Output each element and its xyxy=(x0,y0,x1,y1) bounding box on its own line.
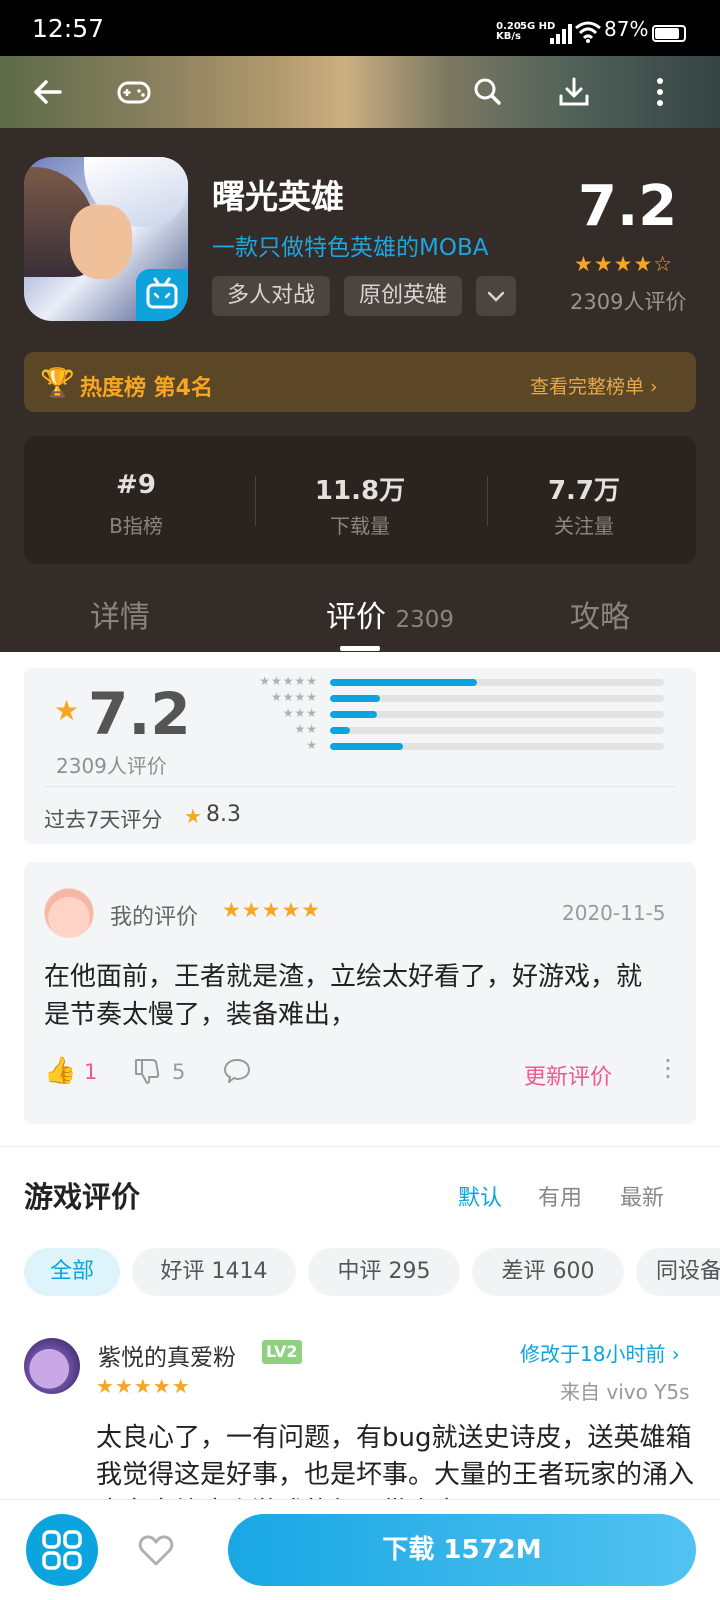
distribution-stars: ★★ xyxy=(294,722,318,736)
apps-grid-button[interactable] xyxy=(26,1514,98,1586)
distribution-bar-track xyxy=(330,711,664,718)
summary-count: 2309人评价 xyxy=(56,754,167,778)
grid-icon xyxy=(42,1530,82,1570)
filter-chip-neutral[interactable]: 中评 295 xyxy=(308,1248,460,1296)
summary-score: 7.2 xyxy=(88,680,191,748)
back-arrow-icon[interactable] xyxy=(30,74,66,110)
filter-chip-same-device[interactable]: 同设备 xyxy=(636,1248,720,1296)
stat-followers-value: 7.7万 xyxy=(547,476,621,506)
wifi-icon xyxy=(575,21,601,43)
tab-reviews[interactable]: 评价 2309 xyxy=(300,592,480,636)
tab-reviews-label: 评价 xyxy=(325,600,386,635)
app-title: 曙光英雄 xyxy=(212,177,344,216)
week-score-label: 过去7天评分 xyxy=(44,808,163,832)
distribution-bar-track xyxy=(330,743,664,750)
bilibili-tv-icon xyxy=(136,269,188,321)
modified-time-link[interactable]: 修改于18小时前 › xyxy=(520,1338,680,1367)
thumbs-up-icon[interactable]: 👍 xyxy=(44,1056,76,1086)
trophy-icon: 🏆 xyxy=(40,366,75,399)
bilibili-tv-icon xyxy=(146,277,178,309)
dislike-count: 5 xyxy=(172,1060,186,1084)
tab-details[interactable]: 详情 xyxy=(60,592,180,636)
download-icon[interactable] xyxy=(556,74,592,110)
my-review-stars: ★★★★★ xyxy=(222,898,322,922)
favorite-heart-icon[interactable] xyxy=(136,1530,176,1570)
distribution-bar-track xyxy=(330,695,664,702)
battery-level-fill xyxy=(655,28,679,39)
distribution-stars: ★ xyxy=(306,738,318,752)
status-time: 12:57 xyxy=(32,14,105,43)
reviewer-stars: ★★★★★ xyxy=(96,1374,191,1398)
my-review-text[interactable]: 在他面前，王者就是渣，立绘太好看了，好游戏，就是节奏太慢了，装备难出， xyxy=(44,958,664,1034)
tab-indicator xyxy=(340,646,380,651)
update-review-button[interactable]: 更新评价 xyxy=(524,1059,612,1091)
filter-chip-all[interactable]: 全部 xyxy=(24,1248,120,1296)
stat-bindex-value: #9 xyxy=(116,470,156,500)
my-review-date: 2020-11-5 xyxy=(562,901,666,925)
tag-multiplayer[interactable]: 多人对战 xyxy=(212,276,330,316)
tag-original-heroes[interactable]: 原创英雄 xyxy=(344,276,462,316)
filter-chip-positive[interactable]: 好评 1414 xyxy=(132,1248,296,1296)
sort-useful[interactable]: 有用 xyxy=(538,1180,582,1212)
network-speed-unit: KB/s xyxy=(496,31,521,42)
week-score-value: 8.3 xyxy=(206,802,241,827)
distribution-stars: ★★★ xyxy=(282,706,318,720)
stat-downloads-value: 11.8万 xyxy=(314,476,406,506)
app-rating: 7.2 xyxy=(578,174,678,239)
avatar[interactable] xyxy=(24,1338,80,1394)
distribution-bar-track xyxy=(330,727,664,734)
distribution-bar-fill xyxy=(330,695,380,702)
rank-label: 热度榜 第4名 xyxy=(80,376,213,401)
reviewer-device: 来自 vivo Y5s xyxy=(560,1380,690,1404)
section-divider xyxy=(0,1146,720,1147)
app-subtitle: 一款只做特色英雄的MOBA xyxy=(212,235,489,261)
signal-icon xyxy=(550,24,572,44)
distribution-bar-fill xyxy=(330,711,377,718)
distribution-bar-fill xyxy=(330,743,403,750)
my-review-label: 我的评价 xyxy=(110,905,199,930)
distribution-bar-fill xyxy=(330,727,350,734)
tab-guides[interactable]: 攻略 xyxy=(540,592,660,636)
like-count: 1 xyxy=(84,1060,98,1084)
comment-icon[interactable] xyxy=(222,1056,252,1086)
filter-chip-negative[interactable]: 差评 600 xyxy=(472,1248,624,1296)
stat-followers-label: 关注量 xyxy=(554,514,614,538)
gamepad-icon[interactable] xyxy=(116,74,152,110)
avatar[interactable] xyxy=(44,888,94,938)
battery-icon xyxy=(652,25,686,42)
expand-tags-button[interactable] xyxy=(476,276,516,316)
distribution-stars: ★★★★ xyxy=(270,690,318,704)
network-speed: 0.20 KB/s xyxy=(496,22,521,42)
app-icon xyxy=(24,157,188,321)
header-overlay xyxy=(0,56,720,128)
distribution-stars: ★★★★★ xyxy=(259,674,318,688)
distribution-bar-fill xyxy=(330,679,477,686)
search-icon[interactable] xyxy=(470,74,506,110)
stat-downloads-label: 下载量 xyxy=(330,514,390,538)
view-full-ranking-link[interactable]: 查看完整榜单 › xyxy=(530,372,658,399)
download-button[interactable]: 下载 1572M xyxy=(228,1514,696,1586)
more-vertical-icon[interactable] xyxy=(642,74,678,110)
reviewer-name[interactable]: 紫悦的真爱粉 xyxy=(98,1338,236,1372)
distribution-bar-track xyxy=(330,679,664,686)
thumbs-down-icon[interactable] xyxy=(132,1056,162,1086)
battery-percent: 87% xyxy=(604,17,649,41)
chevron-down-icon xyxy=(487,291,505,302)
tab-reviews-count: 2309 xyxy=(395,607,455,633)
summary-divider xyxy=(44,786,676,787)
sort-latest[interactable]: 最新 xyxy=(620,1180,664,1212)
app-rating-stars: ★★★★☆ xyxy=(574,252,674,276)
star-icon: ★ xyxy=(54,694,80,727)
more-options-icon[interactable]: ⋮ xyxy=(656,1054,680,1082)
app-icon-art xyxy=(70,205,132,279)
sort-default[interactable]: 默认 xyxy=(458,1180,502,1212)
app-rating-count: 2309人评价 xyxy=(570,290,687,314)
star-icon: ★ xyxy=(184,804,202,828)
stat-bindex-label: B指榜 xyxy=(109,514,163,538)
game-reviews-title: 游戏评价 xyxy=(24,1180,141,1214)
level-badge: LV2 xyxy=(262,1340,302,1364)
